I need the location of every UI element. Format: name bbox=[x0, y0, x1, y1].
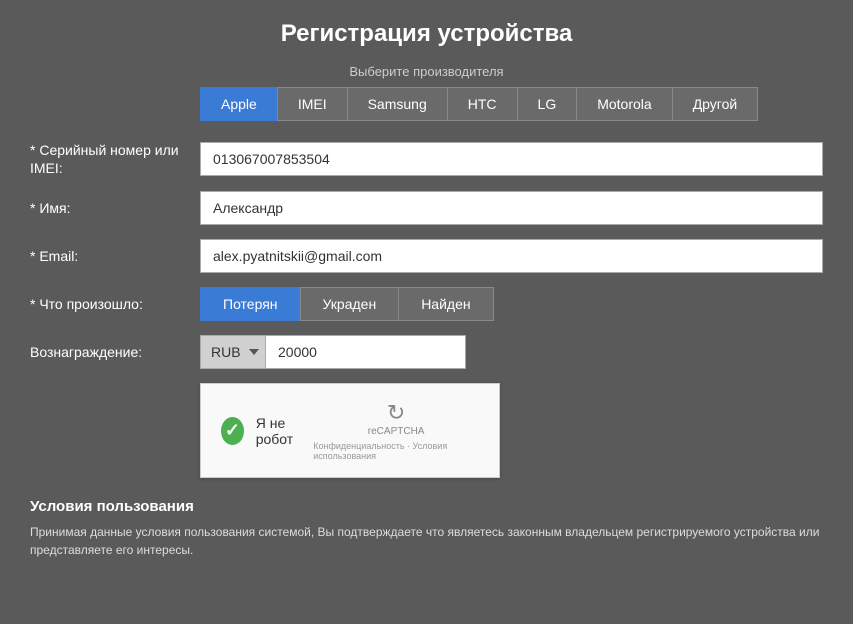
serial-label: * Серийный номер или IMEI: bbox=[30, 141, 200, 177]
tab-other[interactable]: Другой bbox=[672, 87, 759, 121]
event-stolen[interactable]: Украден bbox=[300, 287, 399, 321]
event-lost[interactable]: Потерян bbox=[200, 287, 300, 321]
email-label: * Email: bbox=[30, 247, 200, 265]
reward-label: Вознаграждение: bbox=[30, 344, 200, 360]
event-buttons: Потерян Украден Найден bbox=[200, 287, 494, 321]
captcha-spacer bbox=[30, 383, 200, 478]
tab-apple[interactable]: Apple bbox=[200, 87, 277, 121]
captcha-checkmark: ✓ bbox=[221, 417, 244, 445]
captcha-text: Я не робот bbox=[256, 415, 314, 447]
name-label: * Имя: bbox=[30, 199, 200, 217]
captcha-left: ✓ Я не робот bbox=[221, 415, 313, 447]
event-label: * Что произошло: bbox=[30, 295, 200, 313]
recaptcha-icon: ↻ bbox=[387, 400, 405, 426]
tab-htc[interactable]: HTC bbox=[447, 87, 517, 121]
recaptcha-brand: reCAPTCHA bbox=[368, 426, 425, 437]
captcha-right: ↻ reCAPTCHA Конфиденциальность · Условия… bbox=[313, 400, 479, 461]
terms-section: Условия пользования Принимая данные усло… bbox=[30, 498, 823, 559]
serial-input[interactable] bbox=[200, 142, 823, 176]
tab-motorola[interactable]: Motorola bbox=[576, 87, 671, 121]
page-title: Регистрация устройства bbox=[30, 20, 823, 48]
reward-row: Вознаграждение: RUB USD EUR bbox=[30, 335, 823, 369]
recaptcha-links: Конфиденциальность · Условия использован… bbox=[313, 441, 479, 461]
reward-inputs: RUB USD EUR bbox=[200, 335, 466, 369]
currency-wrapper: RUB USD EUR bbox=[200, 335, 266, 369]
captcha-row: ✓ Я не робот ↻ reCAPTCHA Конфиденциально… bbox=[30, 383, 823, 478]
captcha-box[interactable]: ✓ Я не робот ↻ reCAPTCHA Конфиденциально… bbox=[200, 383, 500, 478]
email-input[interactable] bbox=[200, 239, 823, 273]
terms-title: Условия пользования bbox=[30, 498, 823, 515]
terms-text: Принимая данные условия пользования сист… bbox=[30, 523, 823, 559]
email-row: * Email: bbox=[30, 239, 823, 273]
name-input[interactable] bbox=[200, 191, 823, 225]
manufacturer-label: Выберите производителя bbox=[30, 64, 823, 79]
serial-row: * Серийный номер или IMEI: bbox=[30, 141, 823, 177]
name-row: * Имя: bbox=[30, 191, 823, 225]
manufacturer-tabs: Apple IMEI Samsung HTC LG Motorola Друго… bbox=[200, 87, 823, 121]
event-found[interactable]: Найден bbox=[398, 287, 493, 321]
currency-select[interactable]: RUB USD EUR bbox=[200, 335, 266, 369]
tab-imei[interactable]: IMEI bbox=[277, 87, 347, 121]
reward-amount-input[interactable] bbox=[266, 335, 466, 369]
event-row: * Что произошло: Потерян Украден Найден bbox=[30, 287, 823, 321]
tab-samsung[interactable]: Samsung bbox=[347, 87, 447, 121]
tab-lg[interactable]: LG bbox=[517, 87, 577, 121]
